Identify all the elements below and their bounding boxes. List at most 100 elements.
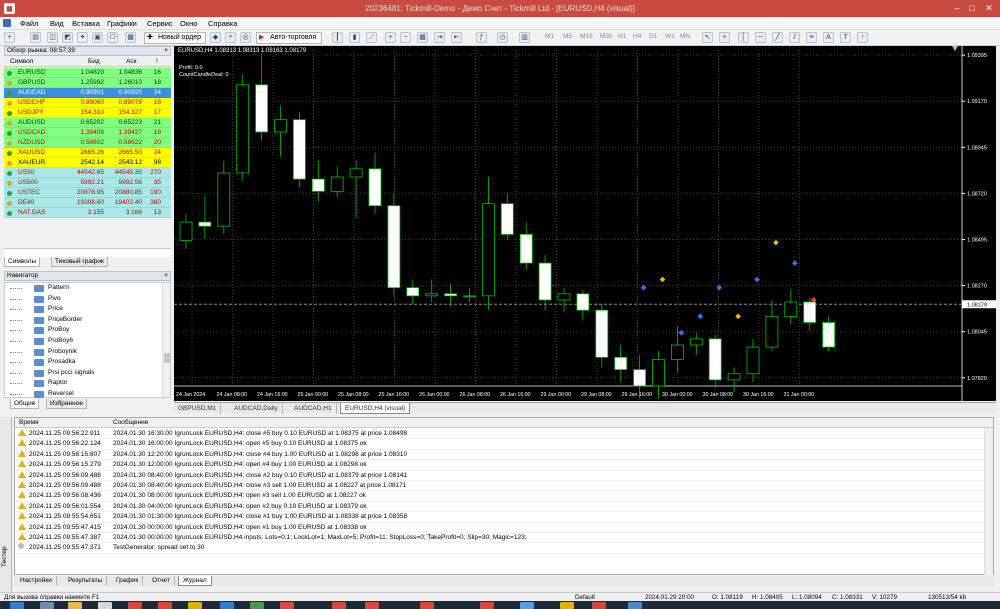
tab-common[interactable]: Общие [10, 399, 40, 409]
taskbar-app-icon[interactable] [280, 602, 294, 609]
maximize-icon[interactable]: □ [965, 0, 979, 17]
journal-row[interactable]: 2024.11.25 09:56:09.488 2024.01.30 08:40:… [15, 481, 993, 492]
market-watch-row[interactable]: EURUSD 1.04820 1.04836 16 [4, 68, 171, 78]
taskbar-app-icon[interactable] [365, 602, 379, 609]
trendline-icon[interactable]: ╱ [772, 32, 783, 43]
autotrading-button[interactable]: ▶ Авто-торговля [256, 32, 322, 44]
tf-m1[interactable]: M1 [545, 33, 554, 40]
chart-shift-icon[interactable]: ⇤ [451, 32, 462, 43]
tab-tick-chart[interactable]: Тиковый график [51, 257, 108, 267]
journal-row[interactable]: 2024.11.25 09:56:22.911 2024.01.30 16:30:… [15, 429, 993, 440]
col-message[interactable]: Сообщение [113, 418, 148, 428]
tab-settings[interactable]: Настройки [16, 576, 57, 586]
horizontal-line-icon[interactable]: ─ [755, 32, 766, 43]
minimize-icon[interactable]: – [950, 0, 964, 17]
journal-row[interactable]: 2024.11.25 09:55:47.415 2024.01.30 00:00:… [15, 522, 993, 533]
tf-m15[interactable]: M15 [580, 33, 593, 40]
menu-help[interactable]: Справка [208, 18, 237, 29]
market-watch-row[interactable]: NAT.GAS 3.155 3.168 13 [4, 208, 171, 218]
market-watch-row[interactable]: NZDUSD 0.58602 0.58622 20 [4, 138, 171, 148]
scroll-thumb[interactable] [164, 353, 170, 363]
taskbar-app-icon[interactable] [628, 602, 642, 609]
zoom-in-icon[interactable]: + [385, 32, 396, 43]
tab-report[interactable]: Отчет [148, 576, 175, 586]
journal-row[interactable]: 2024.11.25 09:55:47.387 2024.01.30 00:00:… [15, 533, 993, 544]
journal-row[interactable]: 2024.11.25 09:56:15.279 2024.01.30 12:00:… [15, 460, 993, 471]
navigator-icon[interactable]: ✦ [77, 32, 88, 43]
terminal-icon[interactable]: ▣ [92, 32, 103, 43]
tester-icon[interactable]: ⎔ [107, 32, 118, 43]
taskbar-app-icon[interactable] [250, 602, 264, 609]
tf-w1[interactable]: W1 [665, 33, 675, 40]
tile-windows-icon[interactable]: ▦ [417, 32, 428, 43]
journal-row[interactable]: 2024.11.25 09:55:47.371 TestGenerator: sp… [15, 543, 993, 554]
chart-tab-audcad-h1[interactable]: AUDCAD,H1 [290, 403, 337, 414]
tf-m5[interactable]: M5 [563, 33, 572, 40]
arrows-tool-icon[interactable]: ↑ [857, 32, 868, 43]
col-symbol[interactable]: Символ [10, 57, 33, 67]
line-chart-icon[interactable]: ⟋ [366, 32, 377, 43]
options-icon[interactable]: ◎ [240, 32, 251, 43]
candlestick-icon[interactable]: ▮ [349, 32, 360, 43]
menu-tools[interactable]: Сервис [147, 18, 173, 29]
tf-mn[interactable]: MN [680, 33, 690, 40]
metaeditor-icon[interactable]: ◆ [210, 32, 221, 43]
price-chart[interactable]: 1.09395 1.09170 1.08945 1.08720 1.08495 1.082… [174, 46, 996, 401]
signals-icon[interactable]: ⚬ [225, 32, 236, 43]
data-window-icon[interactable]: ◩ [62, 32, 73, 43]
start-icon[interactable] [10, 602, 24, 609]
tab-journal[interactable]: Журнал [178, 576, 212, 586]
tf-h4[interactable]: H4 [633, 33, 641, 40]
market-watch-row[interactable]: XAUEUR 2542.14 2543.12 98 [4, 158, 171, 168]
market-watch-row[interactable]: AUDUSD 0.65202 0.65223 21 [4, 118, 171, 128]
bar-chart-icon[interactable]: ┃ [332, 32, 343, 43]
journal-row[interactable]: 2024.11.25 09:56:15.807 2024.01.30 12:20:… [15, 449, 993, 461]
tab-results[interactable]: Результаты [64, 576, 108, 586]
journal-row[interactable]: 2024.11.25 09:56:09.488 2024.01.30 08:40:… [15, 470, 993, 481]
taskbar-app-icon[interactable] [68, 602, 82, 609]
market-watch-row[interactable]: USDJPY 154.310 154.327 17 [4, 108, 171, 118]
menu-insert[interactable]: Вставка [72, 18, 100, 29]
panel-close-icon[interactable]: × [164, 272, 168, 280]
tab-symbols[interactable]: Символы [4, 257, 41, 267]
market-watch-row[interactable]: AUDCAD 0.90901 0.90925 24 [4, 88, 171, 98]
chart-tab-audcad-daily[interactable]: AUDCAD,Daily [230, 403, 283, 414]
market-watch-row[interactable]: US500 5992.21 5992.56 35 [4, 178, 171, 188]
taskbar-app-icon[interactable] [188, 602, 202, 609]
taskbar-app-icon[interactable] [220, 602, 234, 609]
journal-row[interactable]: 2024.11.25 09:56:22.124 2024.01.30 16:00:… [15, 439, 993, 450]
label-tool-icon[interactable]: T [840, 32, 851, 43]
journal-row[interactable]: 2024.11.25 09:55:54.651 2024.01.30 01:30:… [15, 512, 993, 523]
chart-tab-eurusd-h4[interactable]: EURUSD,H4 (visual) [340, 403, 411, 414]
tf-d1[interactable]: D1 [649, 33, 657, 40]
taskbar-app-icon[interactable] [332, 602, 346, 609]
journal-row[interactable]: 2024.11.25 09:56:08.436 2024.01.30 08:00:… [15, 491, 993, 502]
taskbar-app-icon[interactable] [40, 602, 54, 609]
market-watch-row[interactable]: GBPUSD 1.25992 1.26010 18 [4, 78, 171, 88]
tester-side-tab[interactable]: Тестер [0, 417, 12, 592]
market-watch-icon[interactable]: ◫ [47, 32, 58, 43]
tf-m30[interactable]: M30 [600, 33, 613, 40]
taskbar-app-icon[interactable] [560, 602, 574, 609]
chart-tab-gbpusd-m1[interactable]: GBPUSD,M1 [174, 403, 222, 414]
market-watch-row[interactable]: DE40 19398.60 19402.40 380 [4, 198, 171, 208]
market-watch-row[interactable]: XAUUSD 2665.26 2665.50 24 [4, 148, 171, 158]
menu-file[interactable]: Файл [20, 18, 38, 29]
taskbar-app-icon[interactable] [98, 602, 112, 609]
panel-close-icon[interactable]: × [164, 47, 168, 55]
menu-window[interactable]: Окно [180, 18, 197, 29]
terminal-panel-icon[interactable]: ▦ [125, 32, 136, 43]
new-chart-icon[interactable]: + [4, 32, 15, 43]
journal-scrollbar[interactable] [984, 428, 993, 575]
col-spread[interactable]: ! [156, 57, 158, 67]
taskbar-app-icon[interactable] [128, 602, 142, 609]
taskbar-app-icon[interactable] [480, 602, 494, 609]
profiles-icon[interactable]: ▤ [30, 32, 41, 43]
text-tool-icon[interactable]: A [823, 32, 834, 43]
menu-view[interactable]: Вид [50, 18, 64, 29]
market-watch-row[interactable]: USDCAD 1.39408 1.39427 19 [4, 128, 171, 138]
tab-graph[interactable]: График [112, 576, 144, 586]
fibonacci-icon[interactable]: ≡ [806, 32, 817, 43]
col-ask[interactable]: Аск [126, 57, 136, 67]
templates-icon[interactable]: ▥ [519, 32, 530, 43]
